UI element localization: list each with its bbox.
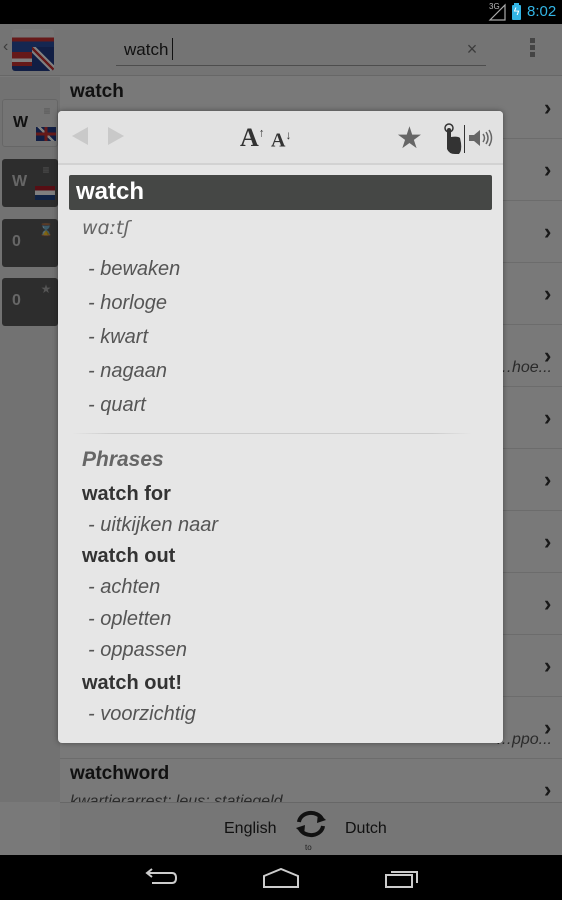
phonetic-transcription: wɑːtʃ (82, 217, 130, 239)
phrase: watch out (82, 545, 176, 567)
touch-hand-icon[interactable] (442, 123, 462, 155)
dialog-content[interactable]: watch wɑːtʃ - bewaken - horloge - kwart … (58, 167, 503, 743)
phrase: watch out! (82, 672, 182, 694)
navigation-bar (0, 855, 562, 900)
section-divider (72, 433, 472, 434)
dialog-toolbar: A↑ A↓ ★ (58, 111, 503, 165)
meaning: - oppassen (88, 639, 187, 661)
favorite-star-icon[interactable]: ★ (396, 121, 423, 156)
phrases-title: Phrases (82, 448, 164, 471)
meaning: - bewaken (88, 258, 181, 280)
translation-dialog: A↑ A↓ ★ watch wɑːtʃ - bewaken - horloge … (58, 111, 503, 743)
headword-bar: watch (69, 175, 492, 210)
font-increase-icon[interactable]: A↑ (240, 123, 265, 153)
meaning: - opletten (88, 608, 172, 630)
clock: 8:02 (527, 3, 557, 20)
screen: 3G ϟ 8:02 ‹ × W ≡ W ≡ (0, 0, 562, 900)
phrase: watch for (82, 483, 171, 505)
home-button-icon[interactable] (263, 868, 299, 888)
signal-icon (488, 3, 506, 21)
status-bar: 3G ϟ 8:02 (0, 0, 562, 24)
back-button-icon[interactable] (144, 867, 178, 887)
recent-apps-button-icon[interactable] (385, 868, 419, 888)
meaning: - voorzichtig (88, 703, 196, 725)
meaning: - horloge (88, 292, 167, 314)
next-entry-icon[interactable] (108, 127, 124, 145)
previous-entry-icon[interactable] (72, 127, 88, 145)
meaning: - uitkijken naar (88, 514, 219, 536)
headword: watch (76, 178, 145, 205)
font-decrease-icon[interactable]: A↓ (271, 128, 291, 153)
meaning: - quart (88, 394, 146, 416)
meaning: - nagaan (88, 360, 167, 382)
meaning: - kwart (88, 326, 148, 348)
toolbar-divider (464, 125, 465, 153)
meaning: - achten (88, 576, 161, 598)
speaker-icon[interactable] (468, 128, 494, 148)
charging-icon: ϟ (513, 6, 520, 18)
